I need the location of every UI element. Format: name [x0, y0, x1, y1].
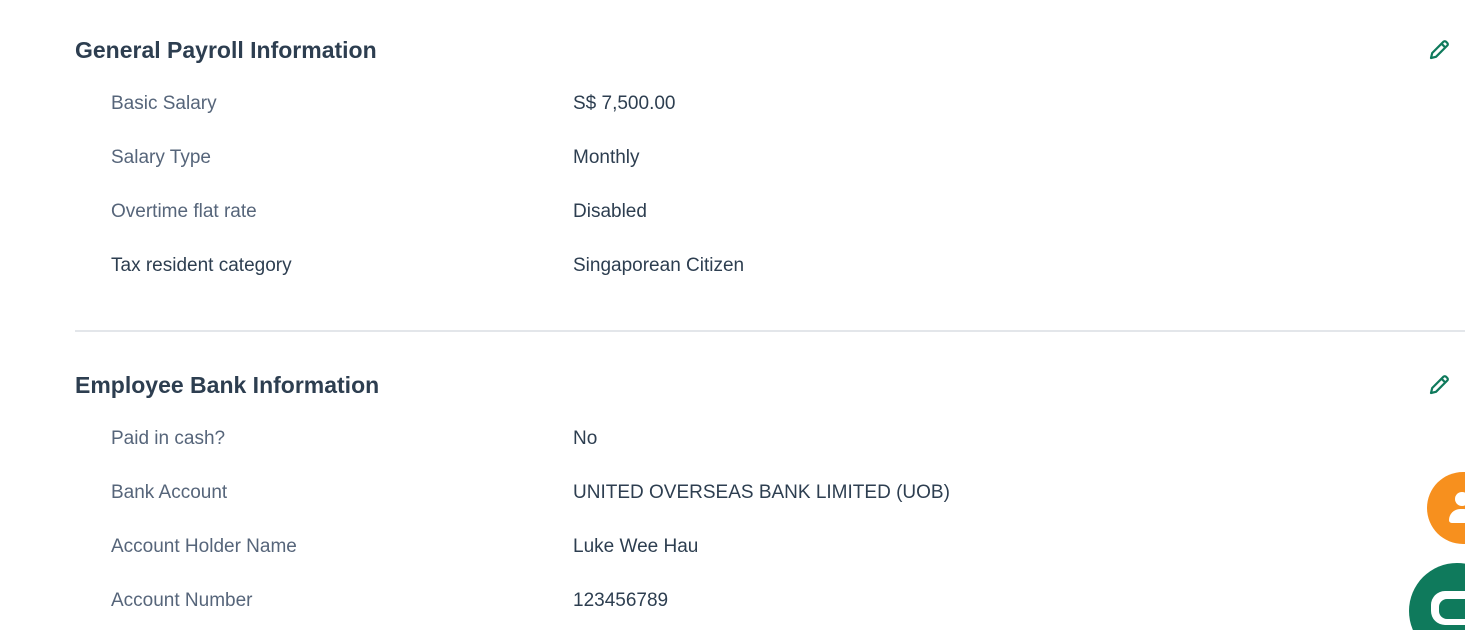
tax-resident-category-label: Tax resident category: [111, 255, 292, 276]
list-item: Overtime flat rate Disabled: [0, 189, 1465, 243]
person-icon-head: [1455, 492, 1465, 506]
account-holder-name-value: Luke Wee Hau: [573, 536, 699, 557]
employee-bank-title: Employee Bank Information: [75, 372, 380, 398]
bank-account-value: UNITED OVERSEAS BANK LIMITED (UOB): [573, 482, 950, 503]
list-item: Basic Salary S$ 7,500.00: [0, 81, 1465, 135]
account-holder-name-label: Account Holder Name: [111, 536, 297, 557]
chat-bubble-inner: [1439, 599, 1465, 619]
overtime-flat-rate-value: Disabled: [573, 201, 647, 222]
general-payroll-title: General Payroll Information: [75, 37, 377, 63]
list-item: Account Number 123456789: [0, 578, 1465, 630]
basic-salary-label: Basic Salary: [111, 93, 217, 114]
list-item: Salary Type Monthly: [0, 135, 1465, 189]
general-payroll-list: Basic Salary S$ 7,500.00 Salary Type Mon…: [0, 81, 1465, 297]
basic-salary-value: S$ 7,500.00: [573, 93, 676, 114]
employee-bank-list: Paid in cash? No Bank Account UNITED OVE…: [0, 416, 1465, 630]
list-item: Paid in cash? No: [0, 416, 1465, 470]
pencil-icon: [1429, 375, 1449, 395]
account-number-label: Account Number: [111, 590, 253, 611]
section-divider: [75, 330, 1465, 332]
paid-in-cash-label: Paid in cash?: [111, 428, 226, 449]
salary-type-label: Salary Type: [111, 147, 211, 168]
person-icon-body: [1449, 509, 1465, 523]
bank-account-label: Bank Account: [111, 482, 228, 503]
list-item: Account Holder Name Luke Wee Hau: [0, 524, 1465, 578]
edit-bank-info-button[interactable]: [1425, 371, 1453, 399]
paid-in-cash-value: No: [573, 428, 598, 449]
payroll-details-page: General Payroll Information Basic Salary…: [0, 0, 1465, 630]
account-number-value: 123456789: [573, 590, 669, 611]
list-item: Tax resident category Singaporean Citize…: [0, 243, 1465, 297]
tax-resident-category-value: Singaporean Citizen: [573, 255, 745, 276]
salary-type-value: Monthly: [573, 147, 640, 168]
list-item: Bank Account UNITED OVERSEAS BANK LIMITE…: [0, 470, 1465, 524]
overtime-flat-rate-label: Overtime flat rate: [111, 201, 257, 222]
edit-general-payroll-button[interactable]: [1425, 36, 1453, 64]
pencil-icon: [1429, 40, 1449, 60]
